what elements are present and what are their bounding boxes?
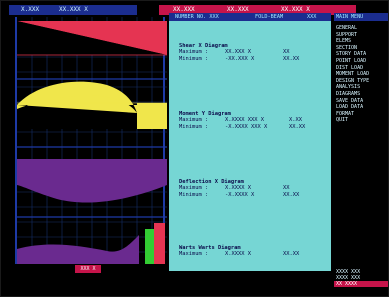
panel-header-code: XXX	[307, 14, 317, 20]
lower-menu: XXXX XXX XXXX XXX XX XXXX	[334, 269, 388, 294]
lower-menu-item[interactable]: XX XXXX	[334, 281, 388, 287]
menu-item-save-data[interactable]: SAVE DATA	[334, 98, 388, 105]
moment-diagram-end-block	[137, 103, 167, 129]
menu-item-format[interactable]: FORMAT	[334, 111, 388, 118]
warts-diagram-shape	[17, 235, 139, 264]
result-row: Minimum : -XX.XXX X XX.XX	[179, 55, 300, 62]
panel-header: NUMBER NO. XXX FOLD-BEAM XXX	[169, 13, 331, 21]
menu-item-analysis[interactable]: ANALYSIS	[334, 84, 388, 91]
moment-section: Moment Y Diagram Maximum : X.XXXX XXX X …	[179, 111, 329, 130]
menu-item-load-data[interactable]: LOAD DATA	[334, 104, 388, 111]
menu-item-point-load[interactable]: POINT LOAD	[334, 58, 388, 65]
diagram-svg	[17, 17, 167, 264]
main-menu: MAIN MENU GENERAL SUPPORT ELEMS SECTION STOR…	[334, 13, 388, 253]
deflection-diagram-shape	[17, 159, 167, 203]
status-cell-2: XX.XXX X	[49, 5, 137, 15]
result-row: Minimum : -X.XXXX XXX X XX.XX	[179, 123, 306, 130]
menu-item-elems[interactable]: ELEMS	[334, 38, 388, 45]
bottom-status-bar: XXX X	[15, 265, 165, 273]
warts-bar-red	[154, 223, 165, 264]
results-panel: NUMBER NO. XXX FOLD-BEAM XXX Shear X Dia…	[169, 13, 331, 271]
diagram-plot-area[interactable]	[15, 17, 167, 264]
menu-item-dist-load[interactable]: DIST LOAD	[334, 65, 388, 72]
menu-item-design-type[interactable]: DESIGN TYPE	[334, 78, 388, 85]
result-row: Minimum : -X.XXXX X XX.XX	[179, 191, 300, 198]
panel-header-number: NUMBER NO. XXX	[175, 14, 219, 20]
warts-section: Warts Warts Diagram Maximum : X.XXXX X X…	[179, 245, 329, 258]
panel-header-type: FOLD-BEAM	[255, 14, 284, 20]
menu-title: MAIN MENU	[334, 13, 388, 21]
menu-item-story-data[interactable]: STORY DATA	[334, 51, 388, 58]
shear-section: Shear X Diagram Maximum : XX.XXX X XX Mi…	[179, 43, 329, 62]
menu-item-support[interactable]: SUPPORT	[334, 32, 388, 39]
menu-item-diagrams[interactable]: DIAGRAMS	[334, 91, 388, 98]
menu-item-section[interactable]: SECTION	[334, 45, 388, 52]
warts-bar-green	[145, 229, 154, 264]
menu-item-moment-load[interactable]: MOMENT LOAD	[334, 71, 388, 78]
cad-screen: X.XXX XX.XXX X XX.XXX XX.XXX XX.XXX X XX…	[0, 0, 389, 297]
bottom-tag: XXX X	[75, 265, 101, 273]
menu-item-quit[interactable]: QUIT	[334, 117, 388, 124]
menu-item-general[interactable]: GENERAL	[334, 25, 388, 32]
deflection-section: Deflection X Diagram Maximum : X.XXXX X …	[179, 179, 329, 198]
result-row: Maximum : X.XXXX X XX.XX	[179, 251, 300, 258]
